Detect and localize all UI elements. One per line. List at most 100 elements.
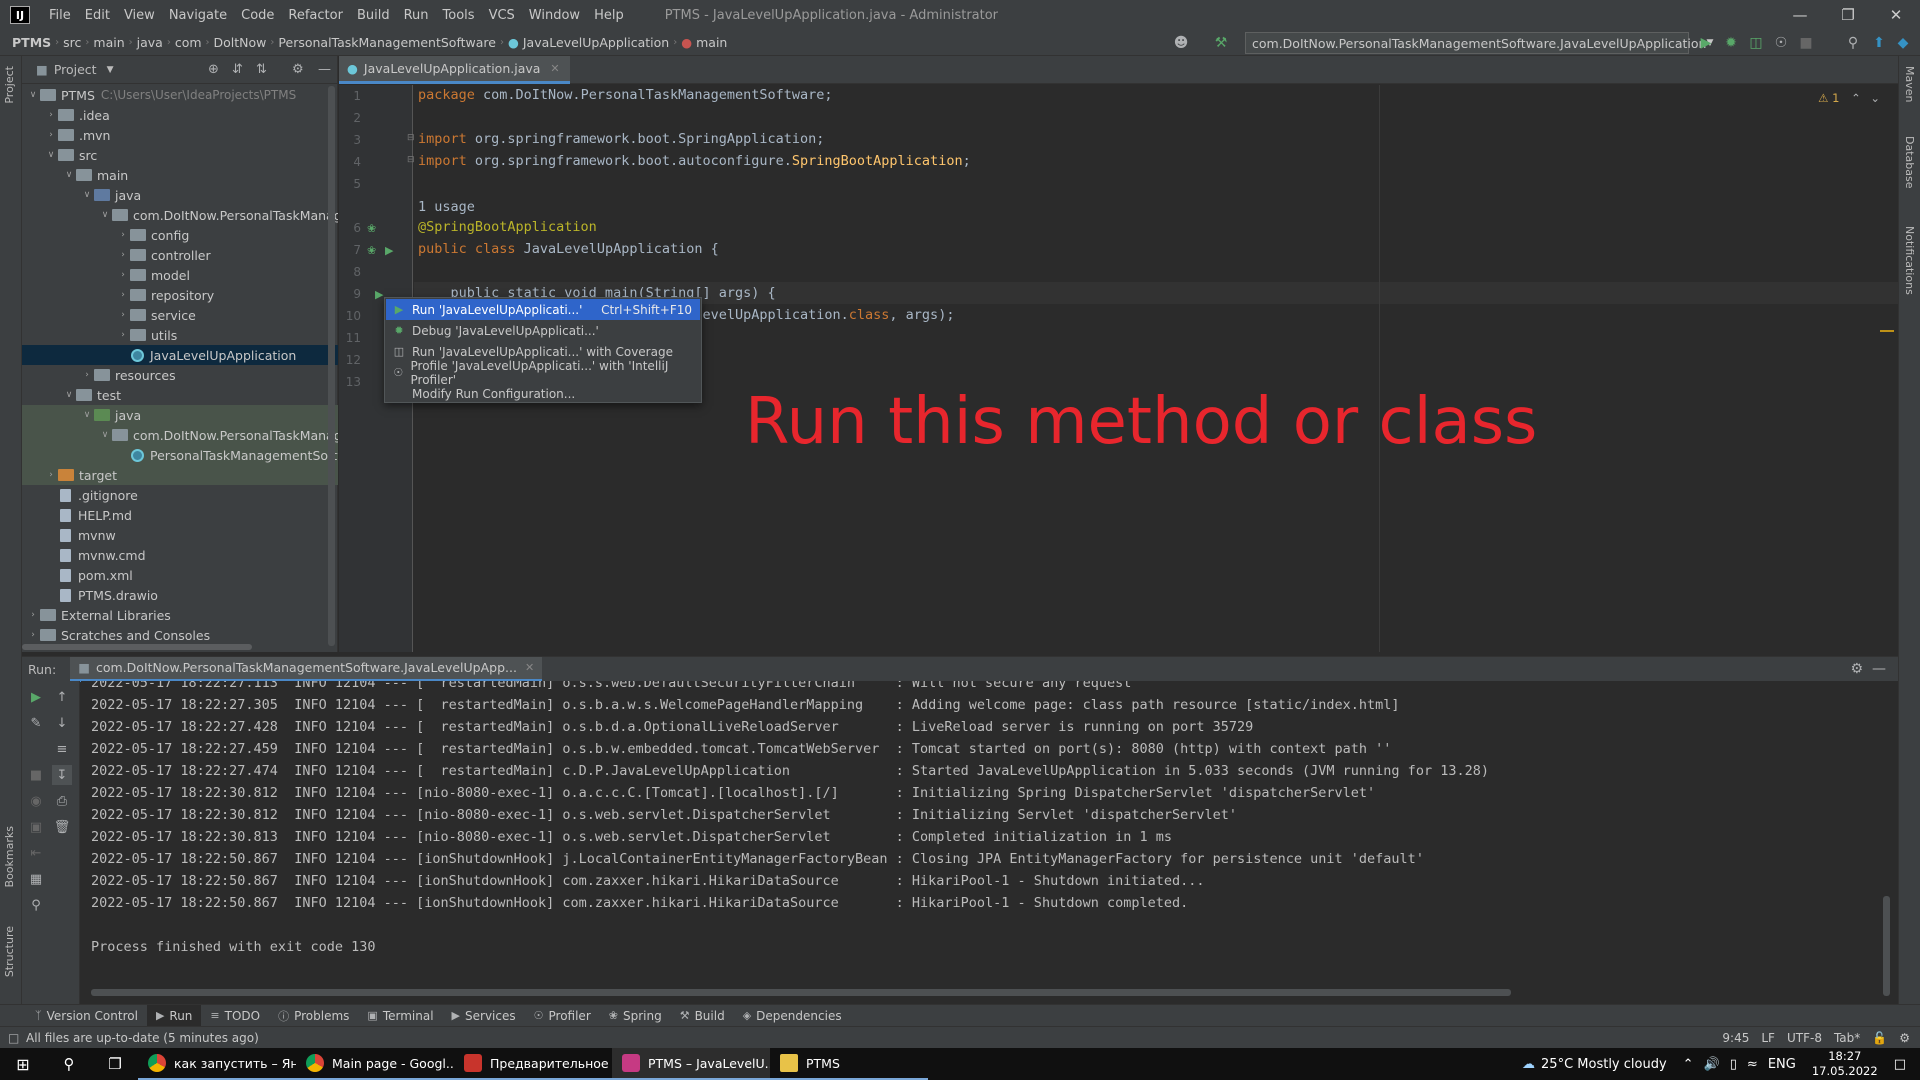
menu-item-profile[interactable]: ☉ Profile 'JavaLevelUpApplicati...' with… (386, 359, 700, 387)
menu-view[interactable]: View (117, 8, 162, 23)
inspection-widget[interactable]: ⚠ 1 ⌃ ⌄ (1818, 91, 1880, 105)
tree-item[interactable]: › repository (22, 285, 338, 305)
chevron-right-icon[interactable]: › (116, 230, 130, 240)
tool-window-build[interactable]: ⚒ Build (671, 1005, 734, 1027)
tree-item[interactable]: › utils (22, 325, 338, 345)
tree-item[interactable]: ∨ main (22, 165, 338, 185)
close-icon[interactable]: ✕ (550, 62, 559, 75)
tree-item[interactable]: › model (22, 265, 338, 285)
memory-indicator-icon[interactable]: ⚙ (1899, 1031, 1910, 1045)
tree-item[interactable]: › target (22, 465, 338, 485)
notification-icon[interactable]: □ (1894, 1057, 1906, 1072)
chevron-right-icon[interactable]: › (44, 470, 58, 480)
project-panel-title[interactable]: Project (54, 62, 97, 77)
run-configuration-selector[interactable]: com.DoItNow.PersonalTaskManagementSoftwa… (1245, 32, 1713, 54)
usage-hint[interactable]: 1 usage (418, 199, 475, 221)
tree-item[interactable]: JavaLevelUpApplication (22, 345, 338, 365)
scroll-to-end-icon[interactable]: ↧ (52, 765, 72, 785)
stop-icon[interactable]: ■ (26, 765, 46, 785)
taskbar-app-intellij[interactable]: PTMS – JavaLevelU... (612, 1048, 770, 1080)
close-icon[interactable]: ✕ (525, 661, 534, 674)
menu-edit[interactable]: Edit (78, 8, 117, 23)
side-tab-maven[interactable]: Maven (1903, 66, 1916, 102)
update-icon[interactable]: ⬆ (1868, 33, 1890, 53)
chevron-down-icon[interactable]: ∨ (62, 390, 76, 400)
chevron-down-icon[interactable]: ∨ (80, 410, 94, 420)
tree-item[interactable]: PersonalTaskManagementSoftwareApplicatio… (22, 445, 338, 465)
console-horizontal-scrollbar[interactable] (91, 989, 1511, 996)
caret-position[interactable]: 9:45 (1722, 1031, 1749, 1045)
soft-wrap-icon[interactable]: ≡ (52, 739, 72, 759)
tool-window-spring[interactable]: ❀ Spring (600, 1005, 671, 1027)
menu-run[interactable]: Run (397, 8, 436, 23)
chevron-down-icon[interactable]: ∨ (62, 170, 76, 180)
menu-item-debug[interactable]: ✹ Debug 'JavaLevelUpApplicati...' (386, 320, 700, 341)
menu-tools[interactable]: Tools (436, 8, 482, 23)
chevron-right-icon[interactable]: › (44, 110, 58, 120)
menu-build[interactable]: Build (350, 8, 397, 23)
scroll-up-icon[interactable]: ↑ (52, 687, 72, 707)
tab-javalevelupapplication[interactable]: ● JavaLevelUpApplication.java ✕ (339, 56, 570, 84)
exit-icon[interactable]: ⇤ (26, 843, 46, 863)
chevron-right-icon[interactable]: › (116, 290, 130, 300)
indent-setting[interactable]: Tab* (1834, 1031, 1860, 1045)
tool-window-version-control[interactable]: ᛉ Version Control (26, 1005, 147, 1027)
taskbar-app-browser-1[interactable]: как запустить – Ян... (138, 1048, 296, 1080)
tree-item[interactable]: › controller (22, 245, 338, 265)
taskbar-app-explorer[interactable]: PTMS (770, 1048, 928, 1080)
chevron-right-icon[interactable]: › (116, 250, 130, 260)
tree-item[interactable]: HELP.md (22, 505, 338, 525)
expand-all-icon[interactable]: ⇵ (232, 62, 243, 77)
tree-item[interactable]: PTMS.drawio (22, 585, 338, 605)
breadcrumb-com[interactable]: com (171, 35, 206, 50)
menu-window[interactable]: Window (522, 8, 587, 23)
breadcrumb-project[interactable]: PTMS (8, 35, 55, 50)
tool-window-run[interactable]: ▶ Run (146, 1004, 202, 1027)
run-gutter-icon[interactable]: ▶ (385, 244, 393, 257)
side-tab-bookmarks[interactable]: Bookmarks (3, 826, 16, 887)
file-encoding[interactable]: UTF-8 (1787, 1031, 1822, 1045)
tree-item[interactable]: ∨ java (22, 405, 338, 425)
chevron-up-icon[interactable]: ⌃ (1851, 91, 1861, 105)
scroll-down-icon[interactable]: ↓ (52, 713, 72, 733)
console-vertical-scrollbar[interactable] (1883, 896, 1890, 996)
breadcrumb-method[interactable]: ● main (677, 35, 731, 50)
wrench-icon[interactable]: ✎ (26, 713, 46, 733)
chevron-right-icon[interactable]: › (116, 270, 130, 280)
tree-item[interactable]: ∨ PTMS C:\Users\User\IdeaProjects\PTMS (22, 85, 338, 105)
menu-vcs[interactable]: VCS (482, 8, 522, 23)
chevron-right-icon[interactable]: › (44, 130, 58, 140)
collapse-all-icon[interactable]: ⇅ (256, 62, 267, 77)
chevron-right-icon[interactable]: › (116, 330, 130, 340)
side-tab-structure[interactable]: Structure (3, 926, 16, 977)
spring-bean-icon[interactable]: ❀ (367, 244, 376, 257)
menu-item-modify-config[interactable]: Modify Run Configuration... (386, 383, 700, 404)
gear-icon[interactable]: ⚙ (292, 62, 304, 77)
side-tab-notifications[interactable]: Notifications (1903, 226, 1916, 295)
coverage-icon[interactable]: ◫ (1745, 33, 1767, 53)
tree-item[interactable]: › .idea (22, 105, 338, 125)
chevron-down-icon[interactable]: ∨ (26, 90, 40, 100)
tree-item[interactable]: › resources (22, 365, 338, 385)
pin-icon[interactable]: ⚲ (26, 895, 46, 915)
tree-item[interactable]: › External Libraries (22, 605, 338, 625)
run-icon[interactable]: ▶ (1695, 33, 1717, 53)
breadcrumb-main[interactable]: main (89, 35, 128, 50)
camera-icon[interactable]: ◉ (26, 791, 46, 811)
jetbrains-toolbox-icon[interactable]: ◆ (1892, 33, 1914, 53)
error-stripe-mark[interactable] (1880, 330, 1894, 332)
chevron-up-icon[interactable]: ⌃ (1683, 1057, 1694, 1072)
tool-window-profiler[interactable]: ☉ Profiler (525, 1005, 600, 1027)
menu-code[interactable]: Code (234, 8, 281, 23)
taskbar-app-browser-2[interactable]: Main page - Googl... (296, 1048, 454, 1080)
chevron-down-icon[interactable]: ∨ (80, 190, 94, 200)
restore-icon[interactable]: ❐ (1824, 0, 1872, 30)
breadcrumb-package[interactable]: PersonalTaskManagementSoftware (274, 35, 500, 50)
user-icon[interactable]: ☻ (1170, 33, 1192, 53)
chevron-down-icon[interactable]: ∨ (44, 150, 58, 160)
side-tab-project[interactable]: Project (3, 66, 16, 104)
run-gutter-icon[interactable]: ▶ (375, 288, 383, 301)
tree-item[interactable]: › .mvn (22, 125, 338, 145)
breadcrumb-class[interactable]: ● JavaLevelUpApplication (504, 35, 673, 50)
tool-window-terminal[interactable]: ▣ Terminal (358, 1005, 442, 1027)
